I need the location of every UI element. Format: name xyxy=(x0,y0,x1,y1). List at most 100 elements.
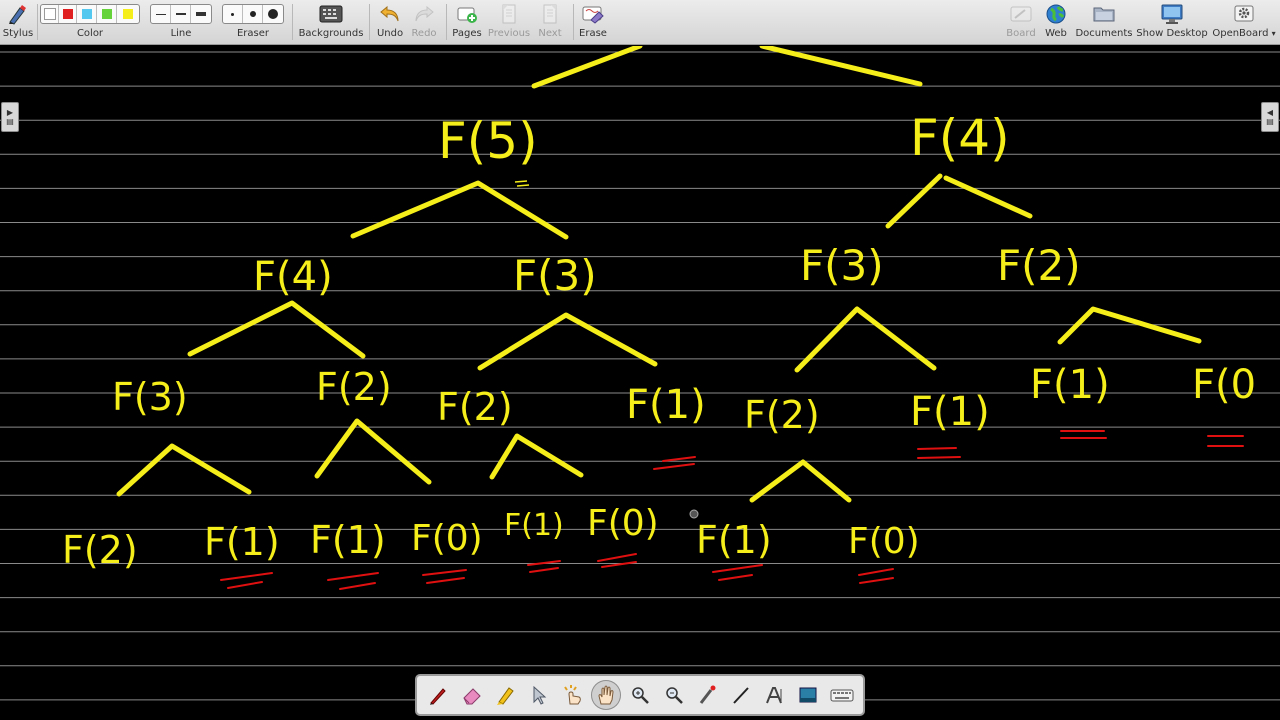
node-f2: F(2) xyxy=(316,365,392,409)
underline-mark xyxy=(1207,435,1244,447)
keyboard-tool-button[interactable] xyxy=(827,680,857,710)
line-medium-button[interactable] xyxy=(171,5,191,23)
node-f1: F(1) xyxy=(1030,362,1110,408)
node-f1: F(1) xyxy=(626,382,706,428)
web-label: Web xyxy=(1045,28,1067,39)
tree-edge xyxy=(885,173,943,229)
node-f1: F(1) xyxy=(910,389,990,435)
eraser-medium-button[interactable] xyxy=(243,5,263,23)
line-width-group xyxy=(150,4,212,24)
capture-icon xyxy=(799,687,817,703)
zoom-out-tool-button[interactable] xyxy=(659,680,689,710)
show-desktop-button[interactable]: Show Desktop xyxy=(1136,0,1208,45)
color-selector: Color xyxy=(40,0,140,45)
tree-edge xyxy=(116,443,252,497)
text-tool-button[interactable] xyxy=(760,680,790,710)
left-panel-toggle[interactable]: ▶ ▤ xyxy=(1,102,19,132)
marker-icon xyxy=(497,687,514,705)
underline-mark xyxy=(327,572,379,590)
selector-tool-button[interactable] xyxy=(524,680,554,710)
underline-mark xyxy=(858,568,894,584)
color-swatch-white[interactable] xyxy=(41,5,59,23)
marker-tool-button[interactable] xyxy=(490,680,520,710)
eraser-icon xyxy=(462,688,481,705)
line-icon xyxy=(733,687,749,704)
tree-edge xyxy=(749,459,852,503)
openboard-menu-button[interactable]: OpenBoard ▾ xyxy=(1210,0,1278,45)
web-button[interactable]: Web xyxy=(1040,0,1072,45)
color-swatch-yellow[interactable] xyxy=(117,5,139,23)
next-page-button[interactable]: Next xyxy=(532,0,568,45)
laser-pointer-icon xyxy=(700,685,716,704)
previous-page-button[interactable]: Previous xyxy=(488,0,530,45)
node-f3: F(3) xyxy=(800,241,884,290)
openboard-label: OpenBoard ▾ xyxy=(1212,28,1276,39)
tree-edge xyxy=(350,180,569,240)
folder-icon xyxy=(1092,0,1116,28)
line-width-selector: Line xyxy=(150,0,212,45)
underline-mark xyxy=(422,569,467,584)
eraser-tool-button[interactable] xyxy=(457,680,487,710)
keyboard-icon xyxy=(830,689,854,702)
tree-edge xyxy=(794,306,937,373)
drawing-board[interactable]: F(5) F(4) F(4) F(3) F(3) F(2) F(3) F(2) … xyxy=(0,46,1280,720)
color-swatch-blue[interactable] xyxy=(77,5,97,23)
board-label: Board xyxy=(1006,28,1036,39)
next-label: Next xyxy=(538,28,562,39)
line-tool-button[interactable] xyxy=(726,680,756,710)
toolbar-separator xyxy=(37,4,38,40)
documents-button[interactable]: Documents xyxy=(1074,0,1134,45)
documents-label: Documents xyxy=(1075,28,1133,39)
backgrounds-button[interactable]: Backgrounds xyxy=(298,0,364,45)
laser-pointer-tool-button[interactable] xyxy=(692,680,722,710)
interactor-icon xyxy=(563,685,581,705)
line-thick-button[interactable] xyxy=(191,5,211,23)
erase-button[interactable]: Erase xyxy=(576,0,610,45)
redo-label: Redo xyxy=(411,28,437,39)
underline-mark xyxy=(527,560,561,573)
backgrounds-label: Backgrounds xyxy=(298,28,364,39)
node-f0: F(0) xyxy=(848,521,920,562)
node-f1: F(1) xyxy=(504,508,564,543)
color-swatch-green[interactable] xyxy=(97,5,117,23)
node-f2: F(2) xyxy=(744,393,820,437)
right-panel-toggle[interactable]: ◀ ▤ xyxy=(1261,102,1279,132)
capture-tool-button[interactable] xyxy=(793,680,823,710)
stylus-button[interactable]: Stylus xyxy=(2,0,34,45)
eraser-small-button[interactable] xyxy=(223,5,243,23)
erase-label: Erase xyxy=(579,28,607,39)
zoom-in-icon xyxy=(632,687,649,704)
node-f4: F(4) xyxy=(253,254,333,300)
line-thin-button[interactable] xyxy=(151,5,171,23)
color-swatch-group xyxy=(40,4,140,24)
board-button[interactable]: Board xyxy=(1004,0,1038,45)
color-swatch-red[interactable] xyxy=(59,5,77,23)
globe-icon xyxy=(1045,0,1067,28)
eraser-large-button[interactable] xyxy=(263,5,283,23)
toolbar-separator xyxy=(292,4,293,40)
node-f2: F(2) xyxy=(62,528,138,572)
next-page-icon xyxy=(541,0,559,28)
erase-board-icon xyxy=(581,0,605,28)
interactor-tool-button[interactable] xyxy=(558,680,588,710)
eraser-size-group xyxy=(222,4,284,24)
tree-edge xyxy=(489,433,584,480)
cursor-dot xyxy=(689,509,699,519)
pen-tool-button[interactable] xyxy=(423,680,453,710)
undo-button[interactable]: Undo xyxy=(372,0,408,45)
underline-mark xyxy=(597,553,637,568)
redo-button[interactable]: Redo xyxy=(406,0,442,45)
zoom-in-tool-button[interactable] xyxy=(625,680,655,710)
node-f0: F(0 xyxy=(1192,362,1256,408)
eraser-label: Eraser xyxy=(236,28,270,39)
tree-edge xyxy=(943,175,1033,219)
node-f0: F(0) xyxy=(411,518,483,559)
selector-icon xyxy=(533,685,547,705)
previous-page-icon xyxy=(500,0,518,28)
pages-thumb-icon: ▤ xyxy=(6,117,14,126)
toolbar-separator xyxy=(369,4,370,40)
pages-button[interactable]: Pages xyxy=(450,0,484,45)
hand-tool-button[interactable] xyxy=(591,680,622,710)
underline-mark xyxy=(653,456,696,470)
toolbar-separator xyxy=(446,4,447,40)
